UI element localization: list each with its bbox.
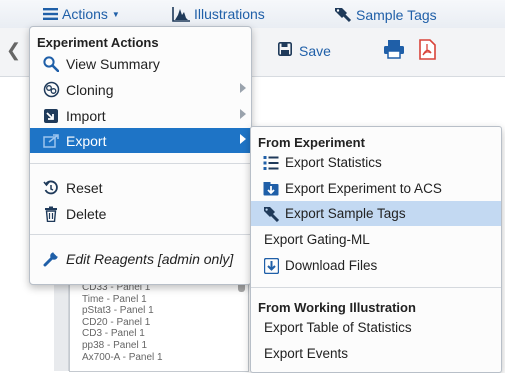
menu-item-label: Edit Reagents [admin only] [66, 250, 234, 267]
caret-down-icon: ▼ [111, 9, 120, 19]
list-item: CD3 - Panel 1 [82, 328, 145, 340]
submenu-item-export-events[interactable]: Export Events [251, 341, 501, 366]
pdf-icon[interactable] [419, 39, 436, 65]
tags-icon [334, 6, 352, 23]
menu-item-label: View Summary [66, 55, 160, 72]
download-icon [262, 257, 280, 275]
menu-item-reset[interactable]: Reset [30, 175, 251, 200]
magnifier-icon [42, 55, 60, 73]
submenu-item-export-table-statistics[interactable]: Export Table of Statistics [251, 315, 501, 340]
menu-item-label: Reset [66, 179, 103, 196]
menu-header: Experiment Actions [37, 35, 159, 50]
list-item: CD20 - Panel 1 [82, 316, 151, 328]
submenu-item-download-files[interactable]: Download Files [251, 253, 501, 278]
menu-item-label: Export [66, 132, 107, 149]
chevron-left-icon[interactable]: ❮ [6, 40, 21, 61]
chevron-right-icon [240, 134, 246, 144]
menu-item-edit-reagents[interactable]: Edit Reagents [admin only] [30, 246, 251, 271]
submenu-item-label: Export Events [264, 346, 349, 361]
import-icon [42, 107, 60, 125]
statistics-icon [262, 154, 280, 172]
hamburger-icon [43, 8, 58, 20]
cloning-icon [42, 81, 60, 99]
chevron-right-icon [240, 83, 246, 93]
actions-dropdown-menu: Experiment Actions View Summary Cloning … [29, 26, 252, 285]
submenu-divider [251, 287, 501, 288]
submenu-header-experiment: From Experiment [258, 135, 365, 150]
export-submenu: From Experiment Export Statistics Export… [250, 126, 502, 373]
wrench-icon [42, 250, 60, 268]
submenu-item-export-sample-tags[interactable]: Export Sample Tags [251, 201, 501, 226]
menu-divider [30, 163, 251, 164]
illustrations-button[interactable]: Illustrations [172, 6, 265, 22]
channel-list: CD33 - Panel 1 Time - Panel 1 pStat3 - P… [82, 282, 163, 363]
illustrations-label: Illustrations [194, 6, 265, 22]
save-label: Save [299, 42, 331, 59]
sample-tags-label: Sample Tags [356, 6, 437, 23]
submenu-item-export-statistics[interactable]: Export Statistics [251, 150, 501, 175]
chevron-right-icon [240, 109, 246, 119]
submenu-item-export-gating-ml[interactable]: Export Gating-ML [251, 227, 501, 252]
actions-label: Actions [62, 6, 108, 22]
submenu-item-label: Export Table of Statistics [264, 320, 412, 335]
menu-item-view-summary[interactable]: View Summary [30, 51, 251, 76]
acs-export-icon [262, 180, 280, 198]
menu-item-export[interactable]: Export [30, 128, 251, 153]
list-item: pStat3 - Panel 1 [82, 305, 154, 317]
list-item: pp38 - Panel 1 [82, 339, 148, 351]
menu-item-label: Cloning [66, 81, 114, 98]
export-icon [42, 132, 60, 150]
list-item: Ax700-A - Panel 1 [82, 351, 163, 363]
save-button[interactable]: Save [278, 42, 331, 59]
submenu-item-label: Export Sample Tags [285, 206, 406, 221]
top-toolbar: Actions ▼ Illustrations Sample Tags [0, 0, 505, 29]
menu-divider [30, 234, 251, 235]
menu-item-import[interactable]: Import [30, 103, 251, 128]
submenu-item-label: Download Files [285, 258, 378, 273]
menu-item-label: Delete [66, 205, 107, 222]
reset-icon [42, 179, 60, 197]
tags-icon [262, 205, 280, 223]
list-item: Time - Panel 1 [82, 293, 147, 305]
floppy-disk-icon [278, 42, 292, 59]
submenu-header-illustration: From Working Illustration [258, 300, 416, 315]
trash-icon [42, 205, 60, 223]
submenu-item-label: Export Statistics [285, 155, 382, 170]
histogram-icon [172, 6, 190, 22]
submenu-item-label: Export Experiment to ACS [285, 181, 442, 196]
menu-item-label: Import [66, 107, 106, 124]
actions-menu-button[interactable]: Actions ▼ [43, 6, 120, 22]
printer-icon[interactable] [384, 40, 404, 64]
submenu-item-label: Export Gating-ML [264, 232, 370, 247]
menu-item-delete[interactable]: Delete [30, 201, 251, 226]
sample-tags-button[interactable]: Sample Tags [334, 6, 437, 23]
submenu-item-export-acs[interactable]: Export Experiment to ACS [251, 176, 501, 201]
menu-item-cloning[interactable]: Cloning [30, 77, 251, 102]
